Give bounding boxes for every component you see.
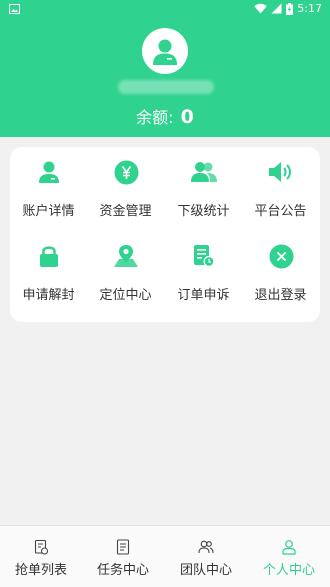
menu-item-announcements[interactable]: 平台公告 [242,147,319,219]
menu-item-order-complaint[interactable]: 订单申诉 [165,231,242,303]
menu-item-logout[interactable]: 退出登录 [242,231,319,303]
menu-label: 申请解封 [22,288,75,303]
menu-label: 平台公告 [254,204,307,219]
location-pin-icon [114,245,138,267]
menu-item-subordinate-stats[interactable]: 下级统计 [165,147,242,219]
status-time: 5:17 [297,2,322,15]
profile-header: 余额: 0 [0,0,330,137]
tab-team-center[interactable]: 团队中心 [165,526,247,587]
balance-label: 余额: [136,108,174,127]
tab-task-center[interactable]: 任务中心 [82,526,164,587]
tab-personal-center[interactable]: 个人中心 [248,526,330,587]
bottom-tab-bar: 抢单列表 任务中心 团队中心 个人中心 [0,525,330,587]
tab-order-list[interactable]: 抢单列表 [0,526,82,587]
menu-item-unblock-request[interactable]: 申请解封 [10,231,87,303]
tab-label: 任务中心 [96,563,149,578]
tab-label: 个人中心 [262,563,315,578]
receipt-icon [34,539,49,555]
user-icon [39,161,59,183]
avatar[interactable] [142,28,188,74]
lock-icon [40,246,58,267]
menu-label: 下级统计 [177,204,230,219]
menu-card: 账户详情 资金管理 下级统计 平台公告 申请解封 定位中心 订单申诉 退出登录 [10,147,320,322]
balance-display: 余额: 0 [0,104,330,128]
tab-label: 抢单列表 [14,563,67,578]
speaker-icon [269,162,291,182]
group-icon [191,162,217,182]
battery-icon [286,2,294,15]
status-bar: 5:17 [0,0,330,18]
menu-item-account-details[interactable]: 账户详情 [10,147,87,219]
menu-label: 资金管理 [99,204,152,219]
menu-label: 退出登录 [254,288,307,303]
person-icon [282,540,296,555]
yen-icon [114,160,138,184]
menu-label: 定位中心 [99,288,152,303]
username-redacted [118,80,214,94]
close-circle-icon [269,244,293,268]
menu-item-fund-management[interactable]: 资金管理 [87,147,164,219]
clipboard-icon [116,539,130,555]
document-clock-icon [194,245,215,267]
menu-label: 账户详情 [22,204,75,219]
balance-value: 0 [180,106,194,128]
signal-icon [271,3,282,14]
wifi-icon [254,3,267,14]
image-icon [9,4,20,14]
menu-label: 订单申诉 [177,288,230,303]
team-icon [198,540,214,554]
menu-item-location-center[interactable]: 定位中心 [87,231,164,303]
tab-label: 团队中心 [179,563,232,578]
user-avatar-icon [153,39,177,65]
